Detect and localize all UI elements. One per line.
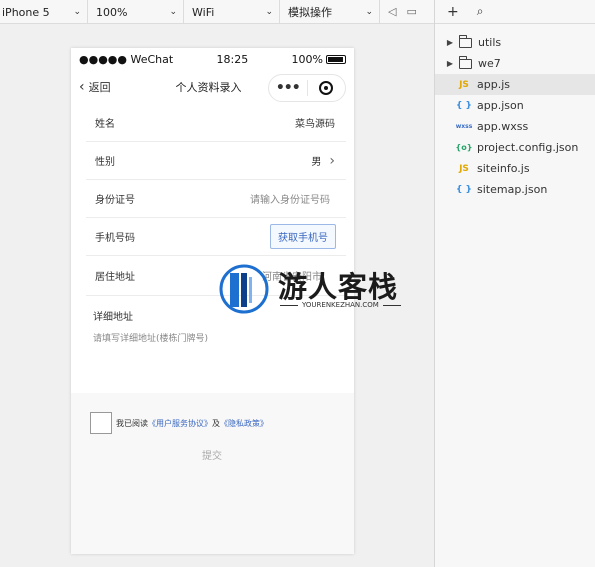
- tree-item-label: sitemap.json: [477, 183, 548, 196]
- service-agreement-link[interactable]: 《用户服务协议》: [148, 418, 212, 429]
- network-select-value: WiFi: [192, 5, 215, 19]
- agreement-prefix: 我已阅读: [116, 418, 148, 428]
- battery-indicator: 100%: [292, 53, 346, 66]
- battery-text: 100%: [291, 52, 323, 66]
- id-number-input[interactable]: 请输入身份证号码: [250, 191, 346, 206]
- more-icon[interactable]: •••: [269, 80, 307, 96]
- wxss-file-icon: wxss: [455, 123, 473, 130]
- tree-item-label: utils: [478, 36, 502, 49]
- tree-item-label: project.config.json: [477, 141, 579, 154]
- name-input[interactable]: 菜鸟源码: [295, 115, 346, 130]
- json-file-icon: { }: [456, 100, 472, 111]
- mode-select-value: 模拟操作: [288, 6, 332, 19]
- tree-item-label: siteinfo.js: [477, 162, 530, 175]
- add-icon[interactable]: +: [447, 4, 459, 20]
- device-select-value: iPhone 5: [2, 5, 50, 19]
- folder-icon: [459, 55, 472, 69]
- tree-file-app-json[interactable]: { } app.json: [435, 95, 595, 116]
- chevron-down-icon: ⌄: [169, 7, 177, 17]
- config-file-icon: {o}: [455, 143, 473, 152]
- watermark-subtitle: YOURENKEZHAN.COM: [302, 301, 379, 309]
- chevron-down-icon: ⌄: [265, 7, 273, 17]
- mode-select[interactable]: 模拟操作 ⌄: [280, 0, 380, 24]
- mini-program-capsule: •••: [268, 74, 346, 102]
- tree-item-label: app.js: [477, 78, 510, 91]
- privacy-policy-link[interactable]: 《隐私政策》: [220, 418, 268, 429]
- agreement-and: 及: [212, 418, 220, 428]
- zoom-select[interactable]: 100% ⌄: [88, 0, 184, 24]
- tree-file-app-js[interactable]: JS app.js: [435, 74, 595, 95]
- phone-label: 手机号码: [95, 233, 135, 244]
- chevron-right-icon: ›: [329, 152, 335, 169]
- agreement-row: 我已阅读 《用户服务协议》 及 《隐私政策》: [90, 412, 268, 434]
- close-mini-program-button[interactable]: [307, 81, 345, 95]
- form-row-id: 身份证号 请输入身份证号码: [86, 180, 346, 218]
- watermark-title: 游人客栈: [278, 270, 399, 304]
- tree-file-siteinfo-js[interactable]: JS siteinfo.js: [435, 158, 595, 179]
- residence-label: 居住地址: [95, 272, 135, 283]
- file-tree: ▶ utils ▶ we7 JS app.js { } app.json wxs…: [435, 24, 595, 567]
- tree-folder-utils[interactable]: ▶ utils: [435, 32, 595, 53]
- tree-file-sitemap-json[interactable]: { } sitemap.json: [435, 179, 595, 200]
- form-row-name: 姓名 菜鸟源码: [86, 104, 346, 142]
- device-select[interactable]: iPhone 5 ⌄: [0, 0, 88, 24]
- status-bar: ●●●●● WeChat 18:25 100%: [71, 48, 354, 70]
- back-button[interactable]: ‹ 返回: [79, 79, 111, 95]
- form-row-phone: 手机号码 获取手机号: [86, 218, 346, 256]
- chevron-right-icon: ▶: [446, 59, 454, 68]
- submit-button[interactable]: 提交: [101, 446, 323, 468]
- divider-line: [280, 304, 298, 306]
- tree-item-label: we7: [478, 57, 501, 70]
- agree-checkbox[interactable]: [90, 412, 112, 434]
- explorer-toolbar: + ⌕: [435, 0, 595, 24]
- tree-item-label: app.wxss: [477, 120, 529, 133]
- tree-folder-we7[interactable]: ▶ we7: [435, 53, 595, 74]
- status-time: 18:25: [216, 52, 249, 66]
- carrier-text: ●●●●● WeChat: [79, 52, 174, 66]
- tree-file-project-config[interactable]: {o} project.config.json: [435, 137, 595, 158]
- target-icon: [319, 81, 334, 95]
- tree-item-label: app.json: [477, 99, 524, 112]
- back-label: 返回: [88, 81, 111, 94]
- name-label: 姓名: [95, 119, 115, 130]
- chevron-down-icon: ⌄: [365, 7, 373, 17]
- simulator-toolbar: iPhone 5 ⌄ 100% ⌄ WiFi ⌄ 模拟操作 ⌄ ◁ ▭: [0, 0, 434, 24]
- network-select[interactable]: WiFi ⌄: [184, 0, 280, 24]
- zoom-select-value: 100%: [96, 5, 128, 19]
- screen-icon[interactable]: ▭: [406, 5, 416, 18]
- battery-icon: [325, 55, 346, 64]
- form-row-gender[interactable]: 性别 男 ›: [86, 142, 346, 180]
- get-phone-button[interactable]: 获取手机号: [270, 224, 336, 249]
- watermark-emblem-icon: [219, 264, 269, 314]
- chevron-down-icon: ⌄: [73, 7, 81, 17]
- nav-bar: ‹ 返回 个人资料录入 •••: [71, 70, 354, 104]
- folder-icon: [459, 34, 472, 48]
- watermark-subtitle-row: YOURENKEZHAN.COM: [280, 301, 401, 309]
- address-textarea[interactable]: 请填写详细地址(楼栋门牌号): [71, 323, 354, 344]
- chevron-right-icon: ▶: [446, 38, 454, 47]
- mute-icon[interactable]: ◁: [388, 5, 396, 18]
- search-icon[interactable]: ⌕: [477, 4, 484, 19]
- json-file-icon: { }: [456, 184, 472, 195]
- watermark-logo: 游人客栈 YOURENKEZHAN.COM: [218, 263, 418, 315]
- chevron-left-icon: ‹: [79, 79, 85, 95]
- divider-line: [382, 304, 401, 306]
- id-label: 身份证号: [95, 195, 135, 206]
- gender-picker[interactable]: 男 ›: [311, 153, 346, 169]
- js-file-icon: JS: [459, 163, 469, 174]
- gender-value: 男: [311, 157, 322, 168]
- js-file-icon: JS: [459, 79, 469, 90]
- tree-file-app-wxss[interactable]: wxss app.wxss: [435, 116, 595, 137]
- gender-label: 性别: [95, 157, 115, 168]
